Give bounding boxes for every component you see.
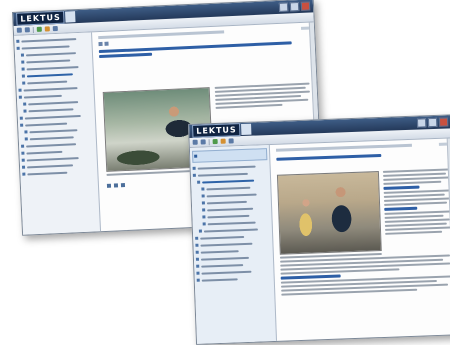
forward-icon[interactable] xyxy=(200,139,206,145)
minimize-button[interactable] xyxy=(278,2,289,12)
maximize-button[interactable] xyxy=(427,117,438,128)
next-icon[interactable] xyxy=(104,41,109,46)
tool-icon[interactable] xyxy=(113,183,119,188)
photo-caption xyxy=(279,250,450,297)
back-icon[interactable] xyxy=(192,139,198,145)
app-logo: LEKTUS xyxy=(192,123,241,138)
search-icon[interactable] xyxy=(52,25,58,32)
close-button[interactable] xyxy=(438,117,449,127)
navigation-tree[interactable] xyxy=(14,32,102,235)
window-controls xyxy=(278,1,311,12)
article-title xyxy=(276,153,382,161)
toolbar-divider xyxy=(208,138,210,145)
back-icon[interactable] xyxy=(16,27,22,33)
logo-tab xyxy=(241,123,252,136)
toolbar-divider xyxy=(32,26,34,33)
app-logo: LEKTUS xyxy=(16,10,66,26)
print-icon[interactable] xyxy=(220,138,226,144)
close-button[interactable] xyxy=(300,1,311,11)
maximize-button[interactable] xyxy=(289,1,300,12)
forward-icon[interactable] xyxy=(24,27,30,33)
tree-item[interactable] xyxy=(196,275,272,283)
window-controls xyxy=(416,117,449,128)
article-text xyxy=(382,168,450,236)
navigation-tree[interactable] xyxy=(189,145,278,344)
prev-icon[interactable] xyxy=(98,41,103,47)
sidebar-header[interactable] xyxy=(191,148,268,163)
tool-icon[interactable] xyxy=(120,183,126,188)
tree-item[interactable] xyxy=(22,168,95,176)
article-tools xyxy=(106,183,126,188)
breadcrumb xyxy=(275,143,412,152)
article-text xyxy=(214,82,311,111)
logo-tab xyxy=(65,11,77,23)
home-icon[interactable] xyxy=(36,26,42,32)
tool-icon[interactable] xyxy=(106,183,112,188)
app-window-front: LEKTUS xyxy=(188,114,450,345)
print-icon[interactable] xyxy=(44,26,50,32)
minimize-button[interactable] xyxy=(416,118,427,128)
article-photo xyxy=(276,171,382,255)
article-pane xyxy=(270,138,450,341)
article-title xyxy=(99,52,152,59)
search-icon[interactable] xyxy=(228,138,234,144)
home-icon[interactable] xyxy=(212,138,218,145)
